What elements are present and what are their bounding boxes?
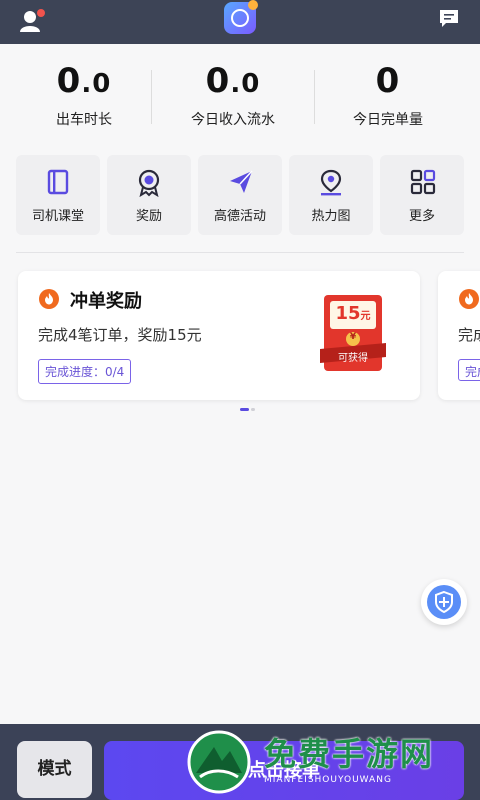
safety-shield-button[interactable] — [421, 579, 467, 625]
indicator-active — [240, 408, 249, 411]
bottom-action-bar: 模式 点击接单 — [0, 724, 480, 800]
app-logo-icon — [224, 0, 258, 34]
menu-item-heatmap[interactable]: 热力图 — [289, 155, 373, 235]
book-icon — [47, 169, 69, 195]
shield-plus-icon — [435, 590, 453, 614]
section-divider — [16, 252, 464, 253]
stat-label: 出车时长 — [56, 112, 112, 128]
stat-label: 今日收入流水 — [191, 112, 275, 128]
indicator-inactive — [251, 408, 255, 411]
user-profile-icon[interactable] — [18, 8, 46, 34]
reward-progress-badge: 完成进度：0/4 — [38, 359, 132, 384]
top-bar — [0, 0, 480, 44]
menu-item-label: 司机课堂 — [31, 209, 84, 224]
reward-title: 冲单奖励 — [70, 291, 142, 312]
menu-item-more[interactable]: 更多 — [380, 155, 464, 235]
accept-orders-button[interactable]: 点击接单 — [104, 741, 464, 800]
reward-card-next[interactable]: 完成 完成 — [438, 271, 480, 400]
stat-value: 0.0 — [56, 61, 112, 101]
stats-row: 0.0 出车时长 0.0 今日收入流水 0 今日完单量 — [0, 58, 480, 138]
grid-icon — [410, 169, 436, 195]
reward-description: 完成4笔订单，奖励15元 — [38, 326, 202, 344]
reward-card[interactable]: 冲单奖励 完成4笔订单，奖励15元 完成进度：0/4 15元 ¥ 可获得 — [18, 271, 420, 400]
accept-orders-label: 点击接单 — [248, 760, 320, 781]
envelope-caption: 可获得 — [338, 353, 368, 364]
envelope-amount: 15元 — [335, 303, 371, 324]
feature-grid: 司机课堂 奖励 高德活动 热力图 更多 — [16, 155, 464, 235]
stat-income: 0.0 今日收入流水 — [158, 58, 308, 129]
flame-icon — [39, 289, 59, 309]
stat-value: 0 — [375, 61, 401, 101]
stat-orders: 0 今日完单量 — [313, 58, 463, 129]
menu-item-label: 高德活动 — [213, 209, 266, 224]
stat-value: 0.0 — [205, 61, 261, 101]
paper-plane-icon — [230, 170, 253, 193]
menu-item-label: 热力图 — [311, 209, 351, 224]
mode-button[interactable]: 模式 — [17, 741, 92, 798]
stat-drive-time: 0.0 出车时长 — [9, 58, 159, 129]
medal-icon — [138, 169, 160, 197]
menu-item-reward[interactable]: 奖励 — [107, 155, 191, 235]
envelope-coin-symbol: ¥ — [349, 332, 357, 342]
stat-divider — [151, 70, 152, 124]
carousel-indicator — [240, 408, 256, 411]
flame-icon — [459, 289, 479, 309]
reward-progress-badge: 完成 — [458, 359, 480, 381]
stat-label: 今日完单量 — [353, 112, 423, 128]
menu-item-label: 奖励 — [135, 209, 162, 224]
menu-item-driver-class[interactable]: 司机课堂 — [16, 155, 100, 235]
menu-item-amap-activity[interactable]: 高德活动 — [198, 155, 282, 235]
red-envelope: 15元 ¥ 可获得 — [320, 293, 386, 375]
reward-description: 完成 — [458, 326, 480, 344]
message-icon[interactable] — [438, 8, 460, 30]
location-pin-icon — [320, 169, 342, 196]
menu-item-label: 更多 — [408, 209, 435, 224]
